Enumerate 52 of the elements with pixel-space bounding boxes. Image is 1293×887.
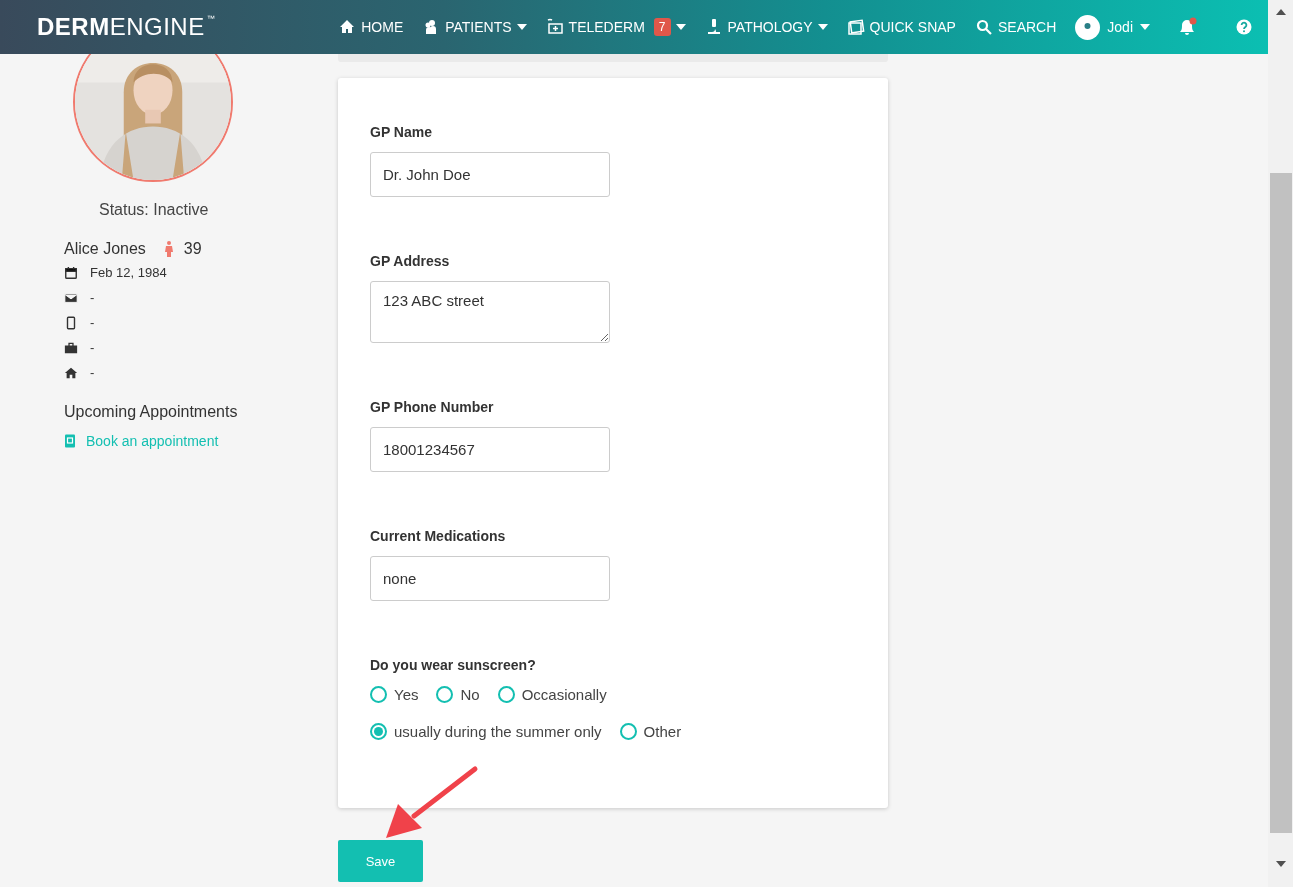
radio-option[interactable]: Other — [619, 723, 682, 740]
nav-link[interactable]: TELEDERM 7 — [545, 18, 686, 36]
monitor-icon — [545, 18, 564, 36]
nav-link[interactable]: QUICK SNAP — [846, 18, 956, 36]
patient-age: 39 — [183, 240, 202, 258]
user-avatar-icon — [1075, 14, 1101, 40]
help-icon[interactable] — [1236, 19, 1252, 35]
radio-button[interactable] — [619, 723, 637, 740]
count-badge: 7 — [653, 18, 671, 36]
input-field[interactable]: none — [370, 556, 610, 601]
nav-link[interactable]: PATIENTS — [422, 18, 527, 36]
scroll-down-icon[interactable] — [1275, 861, 1286, 867]
field-label: GP Name — [370, 124, 433, 140]
phone-icon — [64, 315, 78, 330]
female-icon — [163, 241, 174, 257]
input-field[interactable]: 123 ABC street — [370, 281, 610, 343]
field-label: Current Medications — [370, 528, 507, 544]
section-title: Upcoming Appointments — [64, 403, 239, 421]
detail-text: - — [90, 315, 95, 330]
input-field[interactable]: 18001234567 — [370, 427, 610, 472]
status-text: Status: Inactive — [99, 201, 210, 219]
house-icon — [64, 365, 78, 380]
input-field[interactable]: Dr. John Doe — [370, 152, 610, 197]
home-icon — [338, 18, 357, 36]
patient-name: Alice Jones — [64, 240, 146, 258]
detail-text: - — [90, 340, 95, 355]
search-icon — [974, 18, 993, 36]
scroll-up-icon[interactable] — [1275, 9, 1286, 15]
field-label: GP Phone Number — [370, 399, 495, 415]
scroll-thumb[interactable] — [1269, 173, 1292, 833]
radio-button[interactable] — [370, 686, 387, 703]
radio-option[interactable]: Yes — [370, 686, 419, 703]
question-label: Do you wear sunscreen? — [370, 657, 537, 673]
briefcase-icon — [64, 340, 78, 355]
logo[interactable]: DERMENGINE$^{™}$ — [37, 13, 216, 41]
radio-button[interactable] — [370, 723, 387, 740]
radio-button[interactable] — [436, 686, 454, 703]
scrollbar[interactable] — [1268, 0, 1293, 887]
calendar-icon — [64, 265, 78, 280]
nav-link[interactable]: HOME — [338, 18, 404, 36]
nav-link[interactable]: PATHOLOGY — [704, 18, 828, 36]
field-label: GP Address — [370, 253, 451, 269]
detail-text: - — [90, 290, 95, 305]
radio-option[interactable]: Occasionally — [497, 686, 607, 703]
radio-button[interactable] — [497, 686, 515, 703]
radio-option[interactable]: No — [436, 686, 480, 703]
bell-icon[interactable] — [1177, 17, 1199, 37]
book-icon — [64, 434, 76, 448]
detail-text: - — [90, 365, 95, 380]
radio-option[interactable]: usually during the summer only — [370, 723, 602, 740]
photos-icon — [846, 18, 865, 36]
detail-text: Feb 12, 1984 — [90, 265, 167, 280]
